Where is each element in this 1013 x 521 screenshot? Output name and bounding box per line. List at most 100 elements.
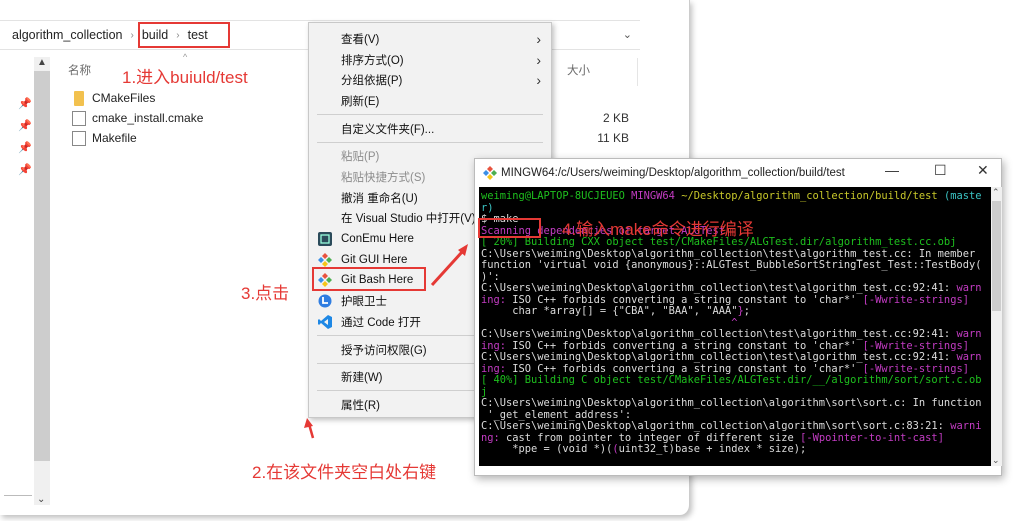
chevron-right-icon: › — [536, 30, 541, 47]
git-icon — [483, 166, 497, 183]
quick-access-pins: 📌 📌 📌 📌 — [18, 97, 32, 185]
terminal-title: MINGW64:/c/Users/weiming/Desktop/algorit… — [501, 166, 845, 179]
terminal-text-segment: (maste — [943, 190, 982, 202]
pin-icon[interactable]: 📌 — [18, 97, 32, 119]
menu-item-label: 粘贴快捷方式(S) — [341, 171, 426, 184]
terminal-text-segment: ing: — [481, 293, 513, 306]
menu-item-view[interactable]: 查看(V) › — [309, 28, 551, 49]
annotation-highlight-box — [312, 267, 426, 291]
terminal-text-segment: C:\Users\weiming\Desktop\algorithm_colle… — [481, 282, 957, 294]
chevron-right-icon: › — [536, 71, 541, 88]
scroll-up-icon[interactable]: ⌃ — [992, 187, 1000, 198]
terminal-text-segment: function 'virtual void {anonymous}::ALGT… — [481, 259, 982, 271]
terminal-text-segment: ' — [850, 293, 863, 306]
annotation-step3: 3.点击 — [241, 284, 290, 303]
menu-item-label: 通过 Code 打开 — [341, 316, 421, 329]
menu-item-label: Git GUI Here — [341, 253, 408, 266]
terminal-text-segment: [-Wwrite-strings] — [862, 339, 969, 352]
terminal-text-segment: char *array[] = {"CBA", "BAA", "AAA" — [481, 305, 738, 317]
address-dropdown-icon[interactable]: ⌄ — [623, 28, 632, 41]
pin-icon[interactable]: 📌 — [18, 141, 32, 163]
breadcrumb-algorithm-collection[interactable]: algorithm_collection — [10, 28, 124, 42]
terminal-text-segment: '_get_element_address': — [481, 408, 632, 421]
file-size: 2 KB — [602, 111, 629, 125]
file-row[interactable]: CMakeFiles — [72, 88, 155, 108]
menu-item-refresh[interactable]: 刷新(E) — [309, 90, 551, 111]
terminal-text-segment: [-Wpointer-to-int-cast] — [800, 431, 944, 444]
terminal-text-segment: ; — [743, 305, 751, 317]
menu-item-label: 分组依据(P) — [341, 74, 403, 87]
menu-item-customize-folder[interactable]: 自定义文件夹(F)... — [309, 118, 551, 139]
terminal-text-segment: j — [481, 385, 488, 398]
column-divider[interactable] — [637, 58, 638, 86]
scroll-down-icon[interactable]: ⌄ — [37, 494, 45, 505]
terminal-text-segment: C:\Users\weiming\Desktop\algorithm_colle… — [481, 328, 957, 340]
annotation-highlight-box — [478, 218, 541, 238]
terminal-text-segment: r) — [481, 201, 494, 214]
folder-icon — [74, 90, 84, 106]
file-icon — [72, 110, 86, 126]
terminal-text-segment: ~/Desktop/algorithm_collection/build/tes… — [681, 190, 944, 202]
chevron-right-icon: › — [536, 51, 541, 68]
scrollbar-thumb[interactable] — [34, 71, 50, 461]
terminal-text-segment: ng: — [481, 431, 507, 444]
annotation-step1: 1.进入buiuld/test — [122, 68, 248, 87]
menu-item-sort-by[interactable]: 排序方式(O) › — [309, 49, 551, 70]
terminal-line: weiming@LAPTOP-8UCJEUEO MINGW64 ~/Deskto… — [481, 190, 991, 203]
file-row[interactable]: Makefile — [72, 128, 137, 148]
column-header-name[interactable]: 名称 — [68, 62, 91, 78]
scrollbar-thumb[interactable] — [992, 201, 1001, 311]
annotation-highlight-box — [138, 22, 230, 48]
terminal-text-segment: C:\Users\weiming\Desktop\algorithm_colle… — [481, 351, 957, 363]
terminal-text-segment: ISO C++ forbids converting a string cons… — [512, 339, 863, 352]
file-name: cmake_install.cmake — [92, 111, 204, 125]
terminal-text-segment: *ppe = (void *)( — [481, 443, 613, 455]
close-button[interactable]: ✕ — [977, 162, 989, 179]
terminal-text-segment: C:\Users\weiming\Desktop\algorithm_colle… — [481, 247, 976, 260]
git-icon — [318, 252, 332, 267]
terminal-scrollbar[interactable]: ⌃ ⌄ — [991, 187, 1002, 466]
menu-item-label: 新建(W) — [341, 371, 383, 384]
terminal-text-segment: [ 40%] Building C object test/CMakeFiles… — [481, 374, 982, 386]
menu-item-label: 授予访问权限(G) — [341, 344, 427, 357]
terminal-text-segment: warni — [950, 420, 982, 432]
file-name: Makefile — [92, 131, 137, 145]
terminal-line: function 'virtual void {anonymous}::ALGT… — [481, 259, 991, 272]
terminal-text-segment: C:\Users\weiming\Desktop\algorithm_colle… — [481, 420, 951, 432]
minimize-button[interactable]: — — [885, 162, 899, 178]
terminal-line: [ 40%] Building C object test/CMakeFiles… — [481, 374, 991, 387]
terminal-text-segment: ISO C++ forbids converting a string cons… — [512, 293, 819, 306]
vscode-icon — [318, 314, 332, 329]
terminal-title-bar[interactable]: MINGW64:/c/Users/weiming/Desktop/algorit… — [475, 159, 1001, 186]
terminal-text-segment: uint32_t)base + index * size); — [618, 443, 807, 455]
terminal-text-segment: ^ — [481, 316, 738, 329]
terminal-text-segment: )': — [481, 270, 500, 283]
scroll-down-icon[interactable]: ⌄ — [992, 455, 1000, 466]
menu-item-label: 自定义文件夹(F)... — [341, 123, 435, 136]
terminal-text-segment: warn — [956, 328, 982, 340]
menu-item-label: 护眼卫士 — [341, 295, 387, 308]
conemu-icon — [318, 231, 332, 246]
menu-item-group-by[interactable]: 分组依据(P) › — [309, 69, 551, 90]
maximize-button[interactable]: ☐ — [934, 162, 947, 179]
terminal-text-segment: [-Wwrite-strings] — [862, 362, 969, 375]
terminal-text-segment: C:\Users\weiming\Desktop\algorithm_colle… — [481, 397, 982, 409]
terminal-text-segment: weiming@LAPTOP-8UCJEUEO — [481, 190, 632, 202]
scroll-up-icon[interactable]: ▲ — [37, 57, 47, 68]
terminal-line: r) — [481, 201, 991, 215]
sidebar-scrollbar[interactable]: ▲ ⌄ — [34, 57, 50, 505]
terminal-text-segment: warn — [956, 282, 982, 294]
terminal-text-segment: ing: — [481, 362, 513, 375]
file-name: CMakeFiles — [92, 91, 156, 105]
divider — [4, 495, 32, 496]
terminal-text-segment: MINGW64 — [631, 190, 682, 202]
terminal-text-segment: warn — [956, 351, 982, 363]
annotation-step4: 4.输入make命令进行编译 — [562, 220, 754, 239]
menu-item-label: 撤消 重命名(U) — [341, 192, 418, 205]
file-size: 11 KB — [597, 131, 629, 145]
file-row[interactable]: cmake_install.cmake — [72, 108, 203, 128]
menu-separator — [317, 114, 543, 115]
column-header-size[interactable]: 大小 — [567, 62, 590, 78]
pin-icon[interactable]: 📌 — [18, 163, 32, 185]
pin-icon[interactable]: 📌 — [18, 119, 32, 141]
